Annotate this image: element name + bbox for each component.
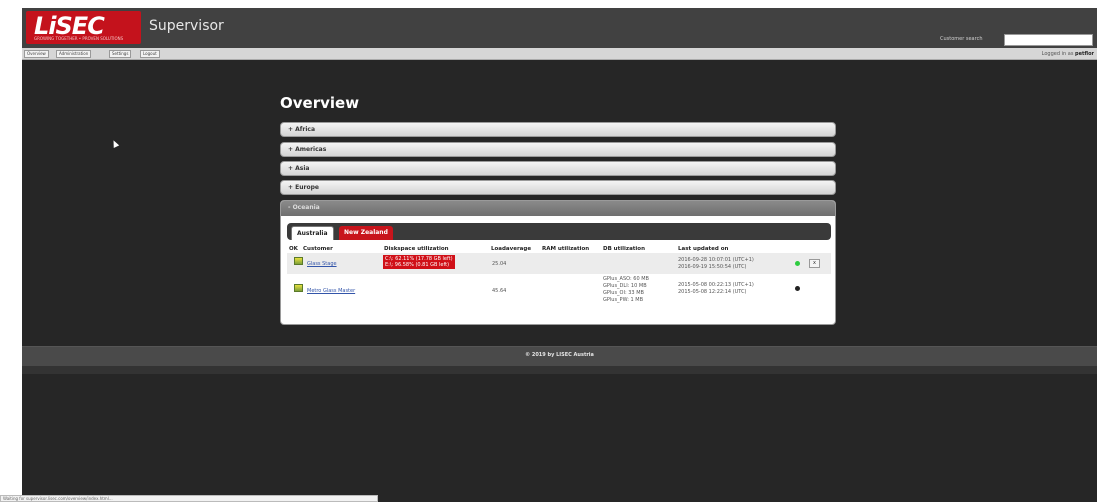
- db-utilization-item: GPlus_OI: 33 MB: [603, 290, 644, 296]
- column-header-ok[interactable]: OK: [289, 246, 298, 252]
- browser-status-bar: Waiting for supervisor.lisec.com/overvie…: [0, 495, 378, 502]
- status-dot: [795, 261, 800, 266]
- column-header-db[interactable]: DB utilization: [603, 246, 645, 252]
- disk-alert: C:\: 62.11% (17.78 GB left) E:\: 96.58% …: [383, 255, 455, 269]
- tab-australia[interactable]: Australia: [291, 226, 334, 240]
- remove-button[interactable]: x: [809, 259, 820, 268]
- region-label: + Asia: [288, 165, 310, 172]
- table-row: Glass Stage C:\: 62.11% (17.78 GB left) …: [287, 253, 831, 274]
- column-header-customer[interactable]: Customer: [303, 246, 333, 252]
- country-tabs: Australia New Zealand: [287, 223, 831, 240]
- lisec-logo[interactable]: LiSEC GROWING TOGETHER • PROVEN SOLUTION…: [26, 11, 141, 44]
- nav-administration[interactable]: Administration: [56, 50, 92, 58]
- column-header-ram[interactable]: RAM utilization: [542, 246, 589, 252]
- mouse-cursor-icon: [110, 139, 120, 148]
- region-label: + Africa: [288, 126, 315, 133]
- customer-link[interactable]: Glass Stage: [307, 261, 337, 267]
- loadaverage-value: 45.64: [492, 288, 507, 294]
- browser-viewport: LiSEC GROWING TOGETHER • PROVEN SOLUTION…: [22, 8, 1097, 502]
- page-title: Overview: [280, 94, 360, 112]
- db-utilization-item: GPlus_PW: 1 MB: [603, 297, 644, 303]
- db-utilization-item: GPlus_ASO: 60 MB: [603, 276, 649, 282]
- column-header-diskspace[interactable]: Diskspace utilization: [384, 246, 449, 252]
- logged-in-info: Logged in as petflor: [1042, 51, 1094, 57]
- last-updated-utc: 2015-05-08 12:22:14 (UTC): [678, 289, 747, 295]
- nav-logout[interactable]: Logout: [140, 50, 160, 58]
- logo-tagline: GROWING TOGETHER • PROVEN SOLUTIONS: [34, 36, 124, 41]
- app-header: LiSEC GROWING TOGETHER • PROVEN SOLUTION…: [22, 8, 1097, 48]
- column-header-last-updated[interactable]: Last updated on: [678, 246, 728, 252]
- footer-divider: [22, 366, 1097, 374]
- region-africa[interactable]: + Africa: [280, 122, 836, 137]
- customer-search-label: Customer search: [940, 36, 983, 42]
- last-updated-local: 2016-09-28 10:07:01 (UTC+1): [678, 257, 754, 263]
- last-updated-utc: 2016-09-19 15:50:54 (UTC): [678, 264, 747, 270]
- nav-overview[interactable]: Overview: [24, 50, 49, 58]
- copyright-text: © 2019 by LISEC Austria: [525, 352, 594, 358]
- region-label: + Europe: [288, 184, 319, 191]
- region-label: - Oceania: [288, 204, 320, 211]
- db-utilization-item: GPlus_DLI: 10 MB: [603, 283, 647, 289]
- table-row: Metro Glass Master 45.64 GPlus_ASO: 60 M…: [287, 275, 831, 315]
- nav-bar: Overview Administration Settings Logout …: [22, 48, 1097, 60]
- database-icon: [294, 257, 303, 265]
- region-oceania[interactable]: - Oceania: [281, 201, 835, 216]
- region-oceania-panel: - Oceania Australia New Zealand OK Custo…: [280, 200, 836, 325]
- customer-link[interactable]: Metro Glass Master: [307, 288, 355, 294]
- page-footer: © 2019 by LISEC Austria: [22, 346, 1097, 366]
- column-header-loadaverage[interactable]: Loadaverage: [491, 246, 531, 252]
- tab-new-zealand[interactable]: New Zealand: [339, 226, 393, 240]
- logged-in-user[interactable]: petflor: [1075, 51, 1094, 57]
- last-updated-local: 2015-05-08 00:22:13 (UTC+1): [678, 282, 754, 288]
- nav-settings[interactable]: Settings: [109, 50, 132, 58]
- app-title: Supervisor: [149, 18, 224, 34]
- status-dot: [795, 286, 800, 291]
- region-asia[interactable]: + Asia: [280, 161, 836, 176]
- database-icon: [294, 284, 303, 292]
- region-europe[interactable]: + Europe: [280, 180, 836, 195]
- region-americas[interactable]: + Americas: [280, 142, 836, 157]
- region-label: + Americas: [288, 146, 327, 153]
- logged-in-prefix: Logged in as: [1041, 51, 1074, 57]
- customer-search-input[interactable]: [1004, 34, 1093, 46]
- loadaverage-value: 25.04: [492, 261, 507, 267]
- disk-usage-e: E:\: 96.58% (0.81 GB left): [385, 262, 450, 268]
